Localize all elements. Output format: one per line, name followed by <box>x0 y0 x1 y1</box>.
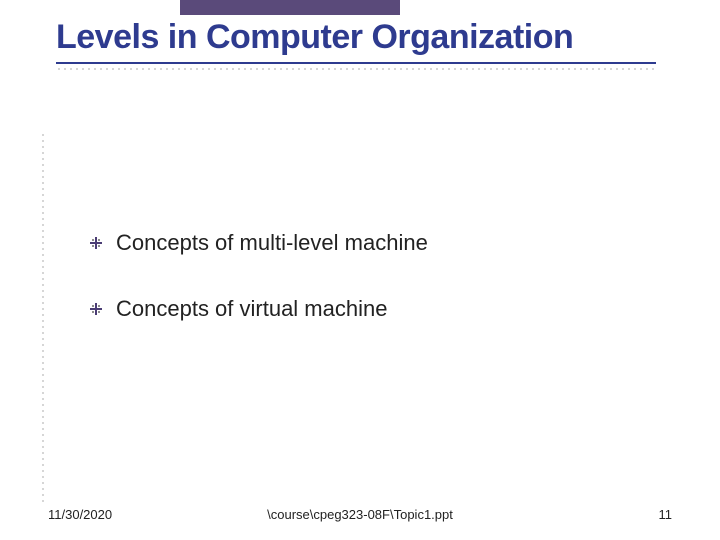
footer-page-number: 11 <box>659 507 673 522</box>
slide-title: Levels in Computer Organization <box>56 20 656 56</box>
title-underline <box>56 62 656 64</box>
bullet-item: Concepts of virtual machine <box>90 296 650 322</box>
bullet-text: Concepts of multi-level machine <box>116 230 428 256</box>
diamond-bullet-icon <box>90 237 102 249</box>
slide-footer: 11/30/2020 \course\cpeg323-08F\Topic1.pp… <box>48 507 672 522</box>
bullet-text: Concepts of virtual machine <box>116 296 387 322</box>
top-accent-bar <box>180 0 400 15</box>
footer-path: \course\cpeg323-08F\Topic1.ppt <box>48 507 672 522</box>
footer-date: 11/30/2020 <box>48 507 112 522</box>
dots-horizontal <box>56 66 656 72</box>
bullet-item: Concepts of multi-level machine <box>90 230 650 256</box>
dots-vertical <box>40 132 46 502</box>
title-block: Levels in Computer Organization <box>56 20 656 72</box>
content-area: Concepts of multi-level machine Concepts… <box>90 230 650 362</box>
diamond-bullet-icon <box>90 303 102 315</box>
